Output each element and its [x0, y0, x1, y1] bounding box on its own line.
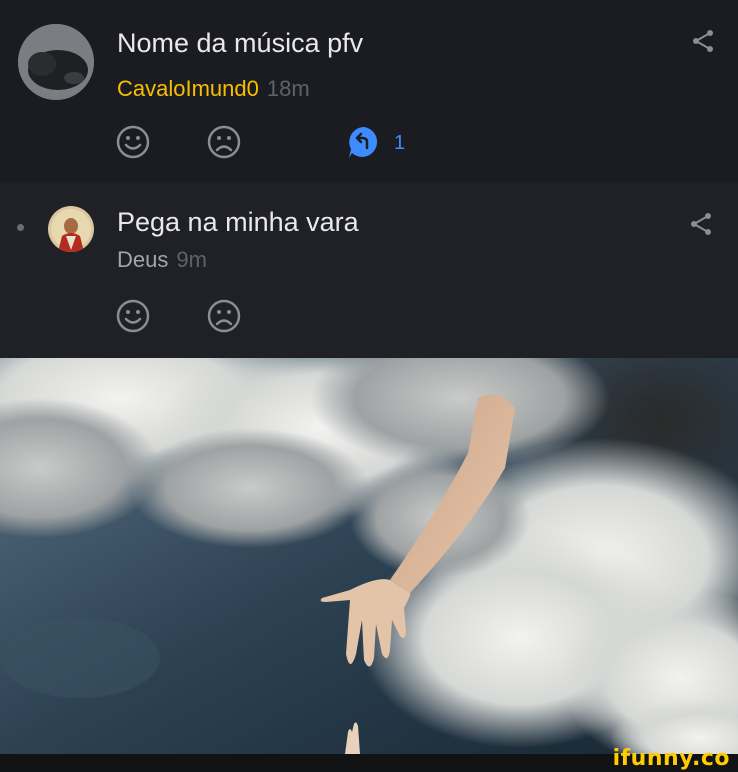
sad-face-icon[interactable]	[207, 125, 241, 159]
sad-face-icon[interactable]	[207, 299, 241, 333]
author-name[interactable]: CavaloImund0	[117, 76, 259, 101]
comment-text: Nome da música pfv	[117, 28, 364, 58]
ifunny-watermark: ifunny.co	[612, 746, 730, 771]
user-avatar[interactable]	[48, 206, 94, 252]
smile-face-icon[interactable]	[116, 299, 150, 333]
comment-meta: CavaloImund0 18m	[117, 76, 310, 102]
timestamp: 9m	[176, 247, 207, 272]
footer-bar: ifunny.co	[0, 746, 738, 772]
share-icon[interactable]	[688, 211, 714, 237]
author-name[interactable]: Deus	[117, 247, 168, 272]
thread-indicator	[17, 224, 24, 231]
reply-count[interactable]: 1	[394, 132, 405, 155]
comment-meta: Deus 9m	[117, 247, 207, 273]
attached-image[interactable]	[0, 358, 738, 754]
timestamp: 18m	[266, 76, 310, 101]
comment-2	[0, 182, 738, 358]
user-avatar[interactable]	[18, 24, 94, 100]
smile-face-icon[interactable]	[116, 125, 150, 159]
reply-bubble-icon[interactable]	[347, 125, 381, 159]
share-icon[interactable]	[690, 28, 716, 54]
comment-1: Nome da música pfv CavaloImund0 18m 1	[0, 0, 738, 182]
comment-text: Pega na minha vara	[117, 207, 359, 237]
